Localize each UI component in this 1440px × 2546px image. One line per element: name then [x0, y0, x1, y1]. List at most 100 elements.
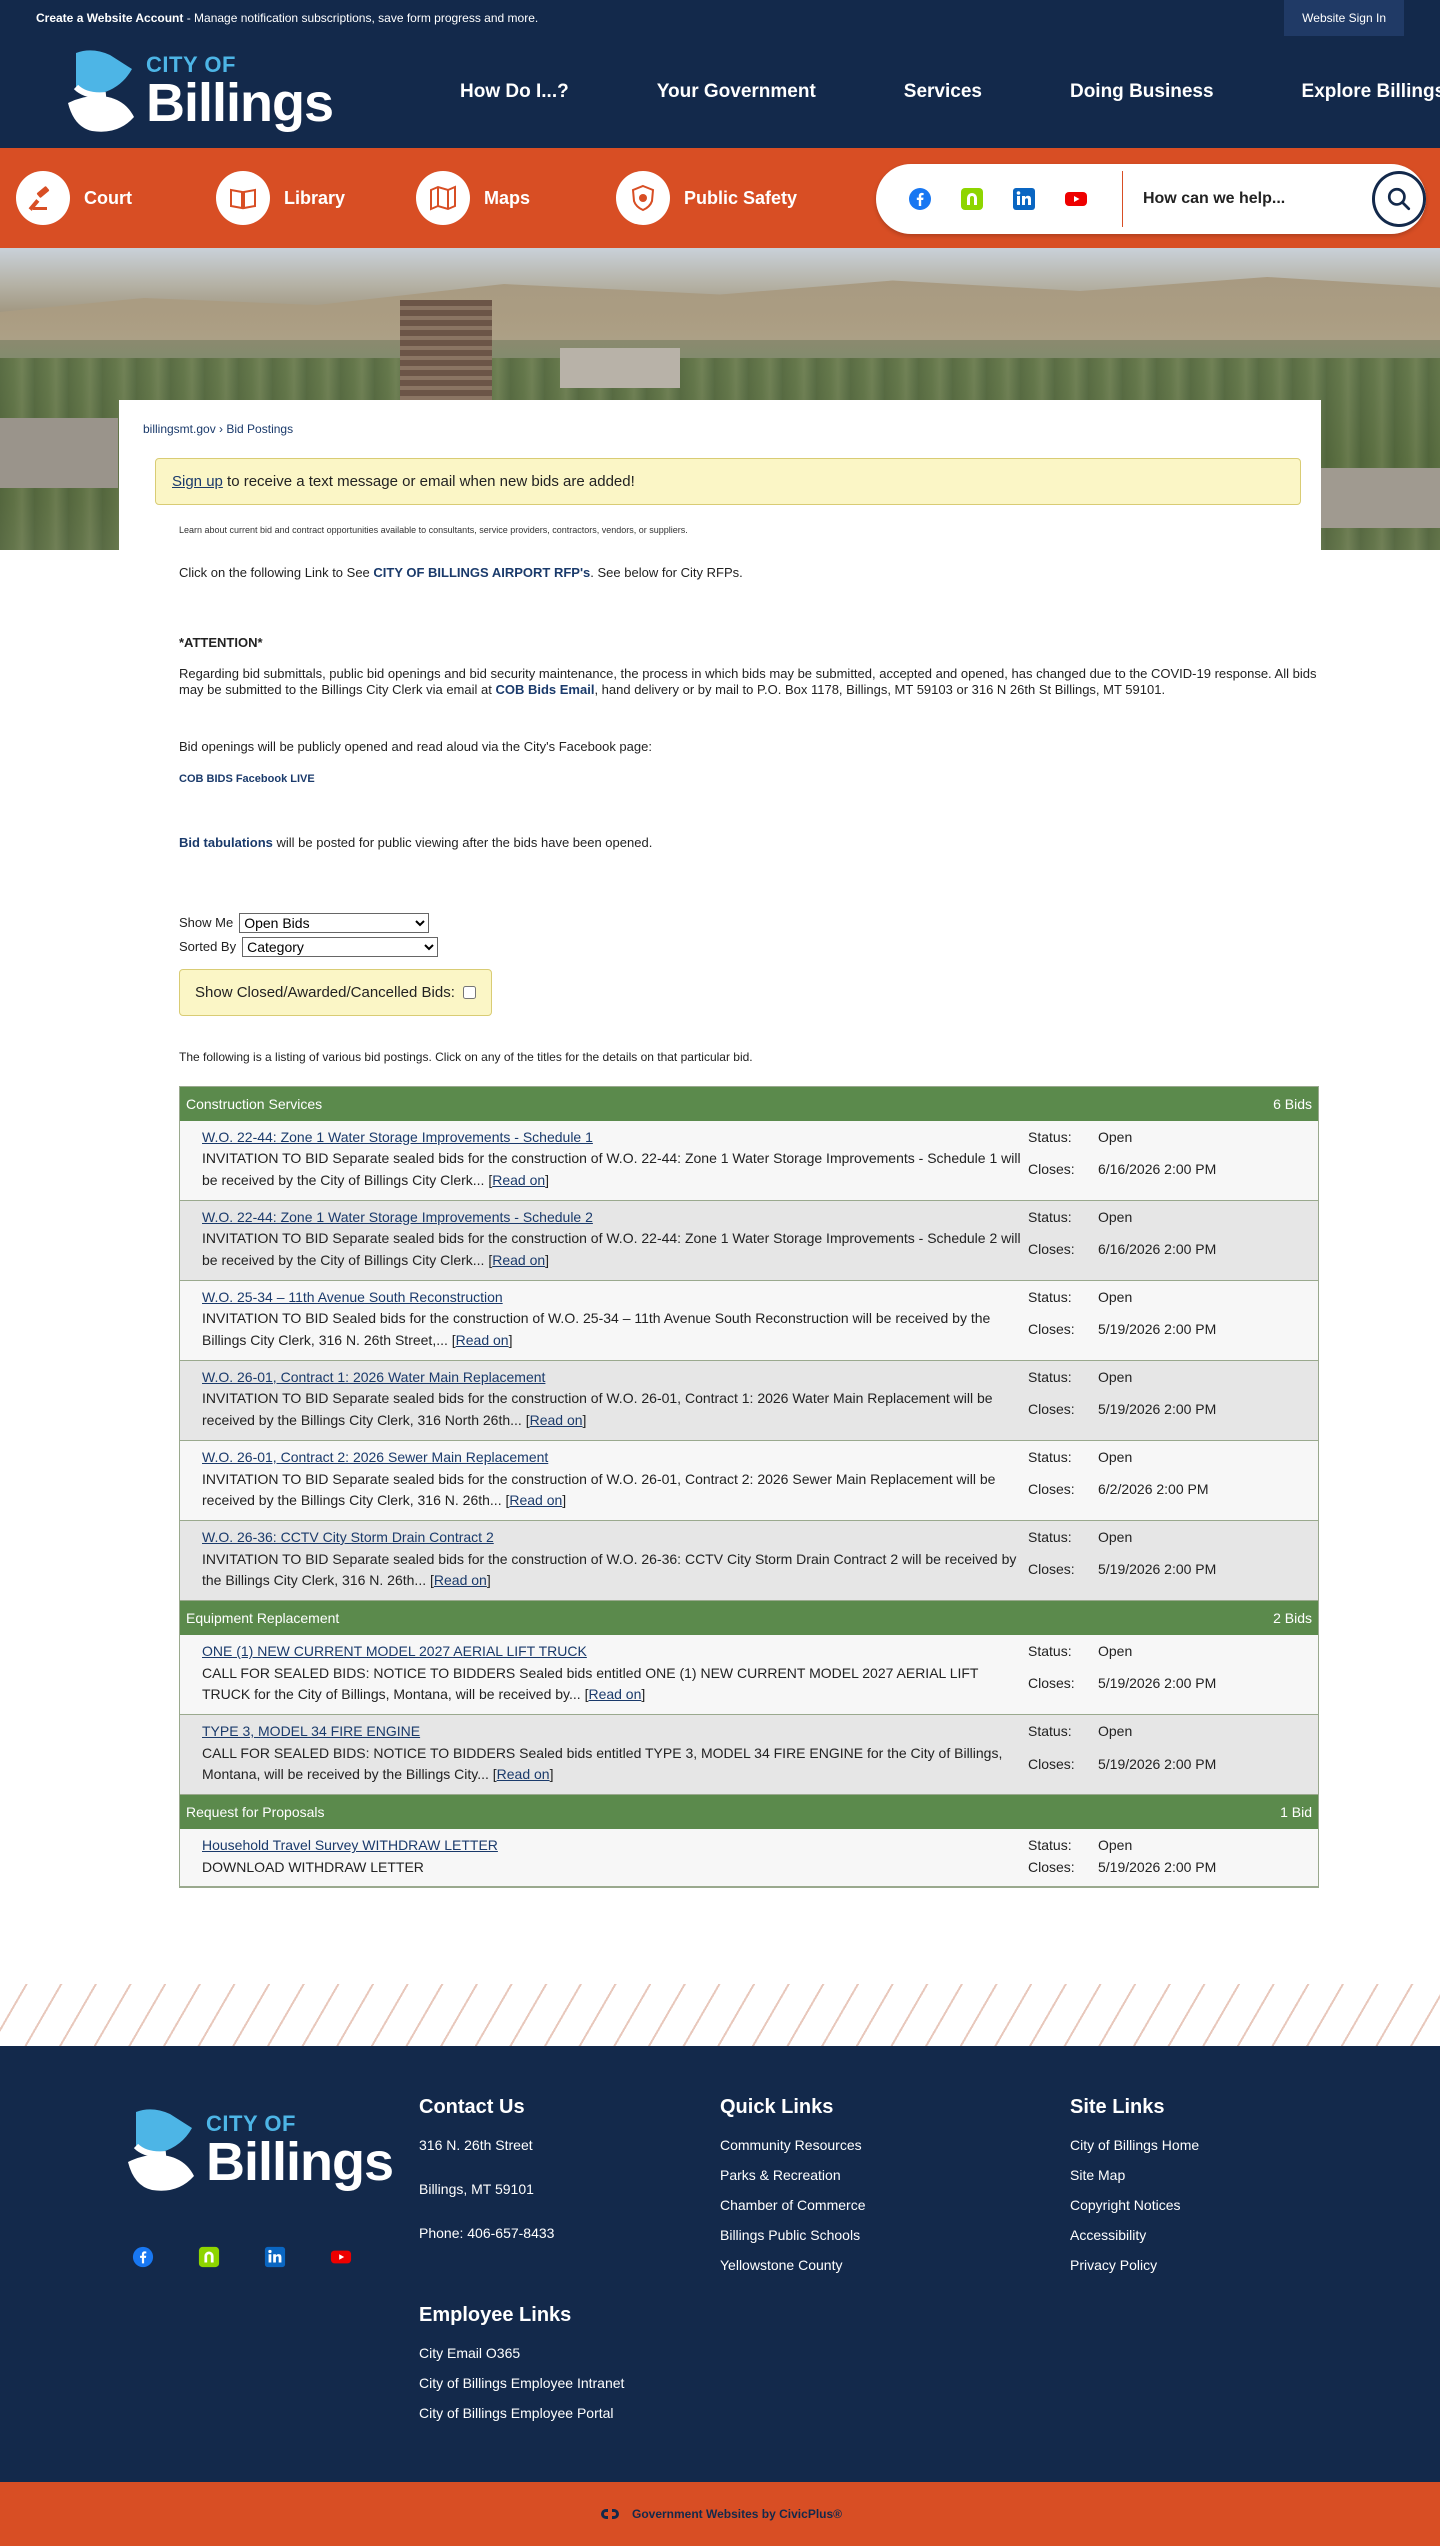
quicklink-court-label: Court	[84, 187, 132, 208]
nav-doing-business[interactable]: Doing Business	[1026, 81, 1258, 103]
footer-logo-billings: Billings	[206, 2132, 394, 2193]
quick-link-chamber[interactable]: Chamber of Commerce	[720, 2197, 866, 2213]
breadcrumb-current-link[interactable]: Bid Postings	[226, 422, 293, 436]
read-on-link[interactable]: Read on	[456, 1332, 509, 1348]
bid-meta: Status: Open Closes: 6/16/2026 2:00 PM	[1028, 1207, 1216, 1272]
read-on-link[interactable]: Read on	[509, 1492, 562, 1508]
bid-title-link[interactable]: W.O. 22-44: Zone 1 Water Storage Improve…	[202, 1209, 593, 1225]
site-link-privacy[interactable]: Privacy Policy	[1070, 2257, 1199, 2273]
bid-title-link[interactable]: TYPE 3, MODEL 34 FIRE ENGINE	[202, 1723, 420, 1739]
category-count: 1 Bid	[1280, 1804, 1312, 1821]
airport-rfp-link[interactable]: CITY OF BILLINGS AIRPORT RFP's	[373, 565, 590, 580]
status-label: Status:	[1028, 1368, 1072, 1385]
bid-meta: Status: Open Closes: 5/19/2026 2:00 PM	[1028, 1835, 1216, 1878]
search-button[interactable]	[1371, 171, 1427, 227]
signup-text: to receive a text message or email when …	[222, 473, 635, 490]
quick-link-parks[interactable]: Parks & Recreation	[720, 2167, 866, 2183]
read-on-link[interactable]: Read on	[497, 1766, 550, 1782]
footer-youtube-icon[interactable]	[328, 2244, 354, 2270]
category-group: W.O. 22-44: Zone 1 Water Storage Improve…	[180, 1120, 1318, 1601]
main-content: billingsmt.gov › Bid Postings Sign up to…	[119, 400, 1321, 1929]
civicplus-link[interactable]: Government Websites by CivicPlus®	[632, 2507, 842, 2521]
show-me-select[interactable]: Open Bids	[239, 912, 430, 933]
website-sign-in-button[interactable]: Website Sign In	[1284, 0, 1404, 36]
nav-your-government[interactable]: Your Government	[613, 81, 860, 103]
site-search-input[interactable]	[1142, 190, 1366, 208]
search-icon	[1387, 187, 1410, 211]
bid-description: INVITATION TO BID Separate sealed bids f…	[202, 1148, 1024, 1191]
bid-title-link[interactable]: Household Travel Survey WITHDRAW LETTER	[202, 1837, 498, 1853]
bid-title-link[interactable]: W.O. 26-36: CCTV City Storm Drain Contra…	[202, 1529, 494, 1545]
linkedin-icon[interactable]	[1008, 183, 1040, 215]
show-closed-checkbox[interactable]	[462, 985, 476, 999]
category-header-construction-services: Construction Services 6 Bids	[180, 1086, 1318, 1121]
quicklink-maps[interactable]: Maps	[416, 171, 616, 225]
closes-label: Closes:	[1028, 1161, 1075, 1178]
footer-nextdoor-icon[interactable]	[196, 2244, 222, 2270]
quicklink-library[interactable]: Library	[216, 171, 416, 225]
bid-row: W.O. 26-01, Contract 1: 2026 Water Main …	[180, 1360, 1318, 1441]
nextdoor-icon[interactable]	[956, 183, 988, 215]
sorted-by-select[interactable]: Category	[242, 936, 439, 957]
site-link-home[interactable]: City of Billings Home	[1070, 2137, 1199, 2153]
bid-description: CALL FOR SEALED BIDS: NOTICE TO BIDDERS …	[202, 1743, 1024, 1786]
sign-up-link[interactable]: Sign up	[172, 473, 223, 490]
facebook-live-link[interactable]: COB BIDS Facebook LIVE	[179, 773, 1297, 785]
read-on-link[interactable]: Read on	[530, 1412, 583, 1428]
show-me-label: Show Me	[179, 915, 234, 931]
footer-linkedin-icon[interactable]	[262, 2244, 288, 2270]
category-name: Construction Services	[186, 1095, 323, 1112]
bid-description-text: INVITATION TO BID Separate sealed bids f…	[202, 1470, 996, 1509]
city-logo[interactable]: CITY OF Billings	[62, 47, 334, 137]
status-label: Status:	[1028, 1208, 1072, 1225]
contact-us-heading: Contact Us	[419, 2096, 525, 2119]
bid-title-link[interactable]: W.O. 25-34 – 11th Avenue South Reconstru…	[202, 1289, 503, 1305]
quick-link-community[interactable]: Community Resources	[720, 2137, 866, 2153]
bid-title-link[interactable]: W.O. 22-44: Zone 1 Water Storage Improve…	[202, 1129, 593, 1145]
closes-label: Closes:	[1028, 1675, 1075, 1692]
footer-city-logo[interactable]: CITY OF Billings	[122, 2106, 394, 2196]
bid-title-link[interactable]: W.O. 26-01, Contract 1: 2026 Water Main …	[202, 1369, 545, 1385]
closes-value: 5/19/2026 2:00 PM	[1098, 1561, 1217, 1578]
search-divider	[1122, 171, 1123, 227]
site-link-copyright[interactable]: Copyright Notices	[1070, 2197, 1199, 2213]
bid-tabulations-link[interactable]: Bid tabulations	[179, 835, 273, 850]
quicklink-court[interactable]: Court	[16, 171, 216, 225]
nav-services[interactable]: Services	[860, 81, 1026, 103]
status-label: Status:	[1028, 1128, 1072, 1145]
bid-title-link[interactable]: W.O. 26-01, Contract 2: 2026 Sewer Main …	[202, 1449, 548, 1465]
nav-explore-billings[interactable]: Explore Billings	[1258, 81, 1440, 103]
bid-title-link[interactable]: ONE (1) NEW CURRENT MODEL 2027 AERIAL LI…	[202, 1643, 587, 1659]
youtube-icon[interactable]	[1060, 183, 1092, 215]
sorted-by-label: Sorted By	[179, 939, 237, 955]
quicklink-public-safety[interactable]: Public Safety	[616, 171, 816, 225]
read-on-link[interactable]: Read on	[492, 1172, 545, 1188]
category-group: Household Travel Survey WITHDRAW LETTER D…	[180, 1829, 1318, 1888]
nav-how-do-i[interactable]: How Do I...?	[442, 81, 613, 103]
site-links-heading: Site Links	[1070, 2096, 1165, 2119]
gavel-icon	[16, 171, 70, 225]
site-link-sitemap[interactable]: Site Map	[1070, 2167, 1199, 2183]
employee-link-email[interactable]: City Email O365	[419, 2345, 624, 2361]
category-name: Equipment Replacement	[186, 1609, 340, 1626]
footer-facebook-icon[interactable]	[130, 2244, 156, 2270]
read-on-link[interactable]: Read on	[434, 1572, 487, 1588]
bid-description: INVITATION TO BID Separate sealed bids f…	[202, 1469, 1024, 1512]
cob-bids-email-link[interactable]: COB Bids Email	[495, 682, 594, 697]
quick-link-county[interactable]: Yellowstone County	[720, 2257, 866, 2273]
employee-link-intranet[interactable]: City of Billings Employee Intranet	[419, 2375, 624, 2391]
read-on-link[interactable]: Read on	[588, 1686, 641, 1702]
breadcrumb-home-link[interactable]: billingsmt.gov	[143, 422, 216, 436]
facebook-icon[interactable]	[904, 183, 936, 215]
breadcrumb-separator: ›	[215, 422, 227, 436]
create-account-link[interactable]: Create a Website Account	[36, 11, 183, 25]
airport-prefix: Click on the following Link to See	[179, 565, 374, 580]
bid-row: ONE (1) NEW CURRENT MODEL 2027 AERIAL LI…	[180, 1634, 1318, 1715]
quick-link-schools[interactable]: Billings Public Schools	[720, 2227, 866, 2243]
employee-link-portal[interactable]: City of Billings Employee Portal	[419, 2405, 624, 2421]
site-link-accessibility[interactable]: Accessibility	[1070, 2227, 1199, 2243]
quicklink-public-safety-label: Public Safety	[684, 187, 798, 208]
bid-description: INVITATION TO BID Separate sealed bids f…	[202, 1228, 1024, 1271]
read-on-link[interactable]: Read on	[492, 1252, 545, 1268]
listing-note: The following is a listing of various bi…	[179, 1049, 753, 1064]
